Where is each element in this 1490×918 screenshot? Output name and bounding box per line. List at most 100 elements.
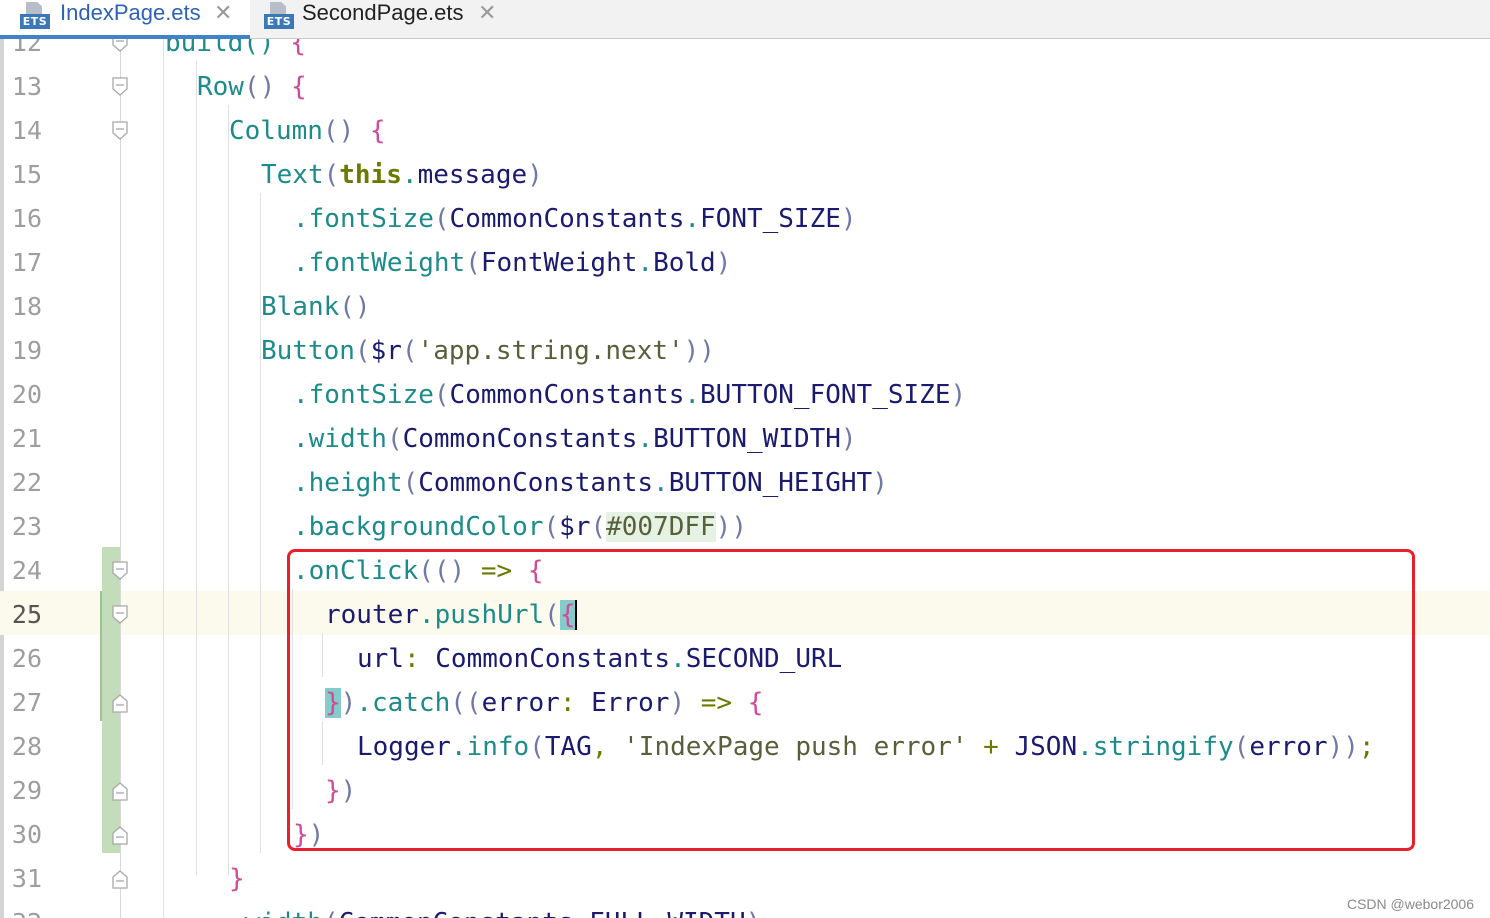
line-number[interactable]: 19 (0, 329, 42, 373)
code-token: } (229, 864, 245, 894)
code-token: stringify (1092, 732, 1234, 762)
code-line[interactable]: 27 }).catch((error: Error) => { (0, 681, 1490, 725)
close-icon[interactable]: ✕ (214, 0, 232, 26)
code-line[interactable]: 25 router.pushUrl({ (0, 593, 1490, 637)
fold-icon[interactable] (111, 77, 129, 97)
code-text[interactable]: }) (293, 813, 324, 857)
code-text[interactable]: Row() { (197, 65, 307, 109)
code-line[interactable]: 19 Button($r('app.string.next')) (0, 329, 1490, 373)
fold-icon[interactable] (111, 121, 129, 141)
code-line[interactable]: 13 Row() { (0, 65, 1490, 109)
line-number[interactable]: 23 (0, 505, 42, 549)
ets-file-icon: ETS (264, 2, 296, 30)
code-text[interactable]: .width(CommonConstants.BUTTON_WIDTH) (293, 417, 857, 461)
code-text[interactable]: url: CommonConstants.SECOND_URL (357, 637, 842, 681)
line-number[interactable]: 17 (0, 241, 42, 285)
line-number[interactable]: 21 (0, 417, 42, 461)
fold-icon[interactable] (111, 825, 129, 845)
fold-icon[interactable] (111, 869, 129, 889)
code-line[interactable]: 17 .fontWeight(FontWeight.Bold) (0, 241, 1490, 285)
code-text[interactable]: .height(CommonConstants.BUTTON_HEIGHT) (293, 461, 888, 505)
code-line[interactable]: 30}) (0, 813, 1490, 857)
code-line[interactable]: 32 .width(CommonConstants.FULL_WIDTH) (0, 901, 1490, 918)
code-line[interactable]: 15 Text(this.message) (0, 153, 1490, 197)
code-token: (() (418, 556, 481, 586)
code-text[interactable]: Logger.info(TAG, 'IndexPage push error' … (357, 725, 1375, 769)
line-number[interactable]: 31 (0, 857, 42, 901)
code-token: . (684, 204, 701, 234)
code-token: Logger (357, 732, 451, 762)
code-token: Bold (653, 248, 716, 278)
fold-icon[interactable] (111, 561, 129, 581)
code-line[interactable]: 24 .onClick(() => { (0, 549, 1490, 593)
code-line[interactable]: 12 build() { (0, 39, 1490, 65)
code-token: } (293, 820, 309, 850)
code-text[interactable]: .onClick(() => { (293, 549, 543, 593)
fold-icon[interactable] (111, 781, 129, 801)
code-text[interactable]: .fontSize(CommonConstants.FONT_SIZE) (293, 197, 857, 241)
code-text[interactable]: .fontWeight(FontWeight.Bold) (293, 241, 731, 285)
code-line[interactable]: 14 Column() { (0, 109, 1490, 153)
code-text[interactable]: router.pushUrl({ (325, 593, 578, 637)
code-editor[interactable]: 12 build() { 13 Row() { 14 Column() { 15 Text(t… (0, 39, 1490, 918)
code-token: ) (840, 204, 857, 234)
code-token: ( (433, 204, 450, 234)
code-token: . (293, 204, 309, 234)
code-text[interactable]: .fontSize(CommonConstants.BUTTON_FONT_SI… (293, 373, 966, 417)
code-token: BUTTON_HEIGHT (668, 468, 873, 498)
code-text[interactable]: build() { (165, 39, 306, 65)
line-number[interactable]: 24 (0, 549, 42, 593)
code-line[interactable]: 20 .fontSize(CommonConstants.BUTTON_FONT_… (0, 373, 1490, 417)
code-token: router (325, 600, 419, 630)
code-token: backgroundColor (308, 512, 544, 542)
fold-icon[interactable] (111, 693, 129, 713)
fold-icon[interactable] (111, 605, 129, 625)
line-number[interactable]: 32 (0, 901, 42, 918)
code-line[interactable]: 22 .height(CommonConstants.BUTTON_HEIGHT) (0, 461, 1490, 505)
code-text[interactable]: .backgroundColor($r(#007DFF)) (293, 505, 747, 549)
tab-secondpage[interactable]: ETS SecondPage.ets ✕ (250, 0, 520, 38)
code-token: { (369, 116, 386, 146)
line-number[interactable]: 27 (0, 681, 42, 725)
code-token: . (293, 248, 309, 278)
line-number[interactable]: 26 (0, 637, 42, 681)
code-text[interactable]: } (229, 857, 245, 901)
line-number[interactable]: 12 (0, 39, 42, 65)
code-text[interactable]: Blank() (261, 285, 371, 329)
tab-indexpage[interactable]: ETS IndexPage.ets ✕ (0, 0, 250, 39)
code-text[interactable]: }).catch((error: Error) => { (325, 681, 763, 725)
code-text[interactable]: .width(CommonConstants.FULL_WIDTH) (229, 901, 761, 918)
fold-icon[interactable] (111, 39, 129, 53)
line-number[interactable]: 18 (0, 285, 42, 329)
code-token: pushUrl (434, 600, 545, 630)
code-text[interactable]: Column() { (229, 109, 386, 153)
code-line[interactable]: 29}) (0, 769, 1490, 813)
code-line[interactable]: 28 Logger.info(TAG, 'IndexPage push error… (0, 725, 1490, 769)
close-icon[interactable]: ✕ (478, 0, 496, 26)
line-number[interactable]: 22 (0, 461, 42, 505)
code-text[interactable]: Text(this.message) (261, 153, 543, 197)
code-line[interactable]: 23 .backgroundColor($r(#007DFF)) (0, 505, 1490, 549)
line-number[interactable]: 14 (0, 109, 42, 153)
line-number[interactable]: 25 (0, 593, 42, 637)
code-line[interactable]: 18 Blank() (0, 285, 1490, 329)
line-number[interactable]: 16 (0, 197, 42, 241)
line-number[interactable]: 13 (0, 65, 42, 109)
line-number[interactable]: 20 (0, 373, 42, 417)
line-number[interactable]: 28 (0, 725, 42, 769)
code-line[interactable]: 26 url: CommonConstants.SECOND_URL (0, 637, 1490, 681)
code-token: : (403, 644, 436, 674)
code-line[interactable]: 16 .fontSize(CommonConstants.FONT_SIZE) (0, 197, 1490, 241)
code-token: )) (1327, 732, 1359, 762)
line-number[interactable]: 15 (0, 153, 42, 197)
code-token: FULL_WIDTH (589, 908, 746, 918)
code-text[interactable]: Button($r('app.string.next')) (261, 329, 715, 373)
code-token: ) (715, 248, 732, 278)
code-token: fontSize (308, 204, 434, 234)
code-line[interactable]: 31} (0, 857, 1490, 901)
line-number[interactable]: 29 (0, 769, 42, 813)
code-line[interactable]: 21 .width(CommonConstants.BUTTON_WIDTH) (0, 417, 1490, 461)
code-text[interactable]: }) (325, 769, 356, 813)
tab-label: IndexPage.ets (60, 0, 201, 25)
line-number[interactable]: 30 (0, 813, 42, 857)
